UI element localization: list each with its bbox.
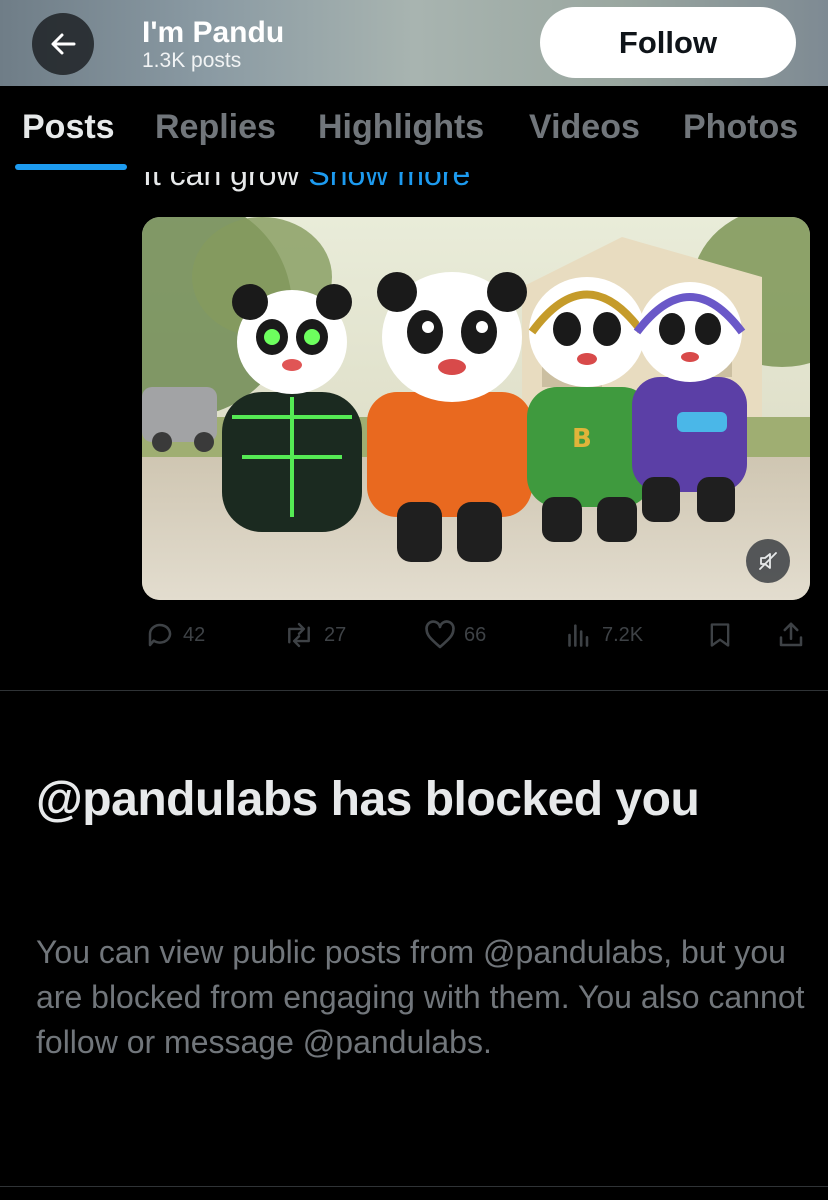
reply-action[interactable]: 42 xyxy=(145,620,205,650)
post-text-container: It can grow Show more xyxy=(0,172,828,202)
share-icon xyxy=(779,622,803,647)
back-button[interactable] xyxy=(32,13,94,75)
views-action[interactable]: 7.2K xyxy=(566,620,643,650)
video-thumbnail-image: B xyxy=(142,217,810,600)
reply-icon xyxy=(148,623,172,647)
profile-name: I'm Pandu xyxy=(142,16,285,49)
post-divider xyxy=(0,690,828,691)
profile-tabs: Posts Replies Highlights Videos Photos xyxy=(0,86,828,172)
blocked-message: You can view public posts from @pandulab… xyxy=(36,934,805,1060)
view-count: 7.2K xyxy=(602,623,644,646)
share-action[interactable] xyxy=(776,620,806,650)
repost-count: 27 xyxy=(324,623,347,646)
bookmark-action[interactable] xyxy=(706,620,734,650)
tab-highlights[interactable]: Highlights xyxy=(318,108,484,147)
heart-icon xyxy=(425,620,455,649)
post-text: It can grow Show more xyxy=(143,172,470,193)
reply-count: 42 xyxy=(183,623,206,646)
tab-photos[interactable]: Photos xyxy=(683,108,798,147)
repost-icon xyxy=(288,622,310,648)
repost-action[interactable]: 27 xyxy=(282,620,346,650)
arrow-left-icon xyxy=(51,33,76,55)
blocked-title: @pandulabs has blocked you xyxy=(36,773,700,826)
post-text-tail: It can grow xyxy=(143,172,300,192)
tab-posts[interactable]: Posts xyxy=(22,108,115,147)
tab-replies[interactable]: Replies xyxy=(155,108,276,147)
like-action[interactable]: 66 xyxy=(424,620,486,650)
active-tab-indicator xyxy=(15,164,127,170)
post-count: 1.3K posts xyxy=(142,49,242,72)
tab-videos[interactable]: Videos xyxy=(529,108,640,147)
mute-button[interactable] xyxy=(746,539,790,583)
speaker-muted-icon xyxy=(759,552,777,570)
bottom-divider xyxy=(0,1186,828,1187)
post-video[interactable]: B xyxy=(142,217,810,600)
like-count: 66 xyxy=(464,623,487,646)
post-actions: 42 27 66 7.2K xyxy=(0,620,828,656)
analytics-icon xyxy=(568,624,589,647)
show-more-link[interactable]: Show more xyxy=(308,172,470,192)
svg-text:B: B xyxy=(572,424,592,454)
bookmark-icon xyxy=(710,623,730,647)
follow-button[interactable]: Follow xyxy=(540,7,796,78)
profile-header: I'm Pandu 1.3K posts Follow xyxy=(0,0,828,86)
